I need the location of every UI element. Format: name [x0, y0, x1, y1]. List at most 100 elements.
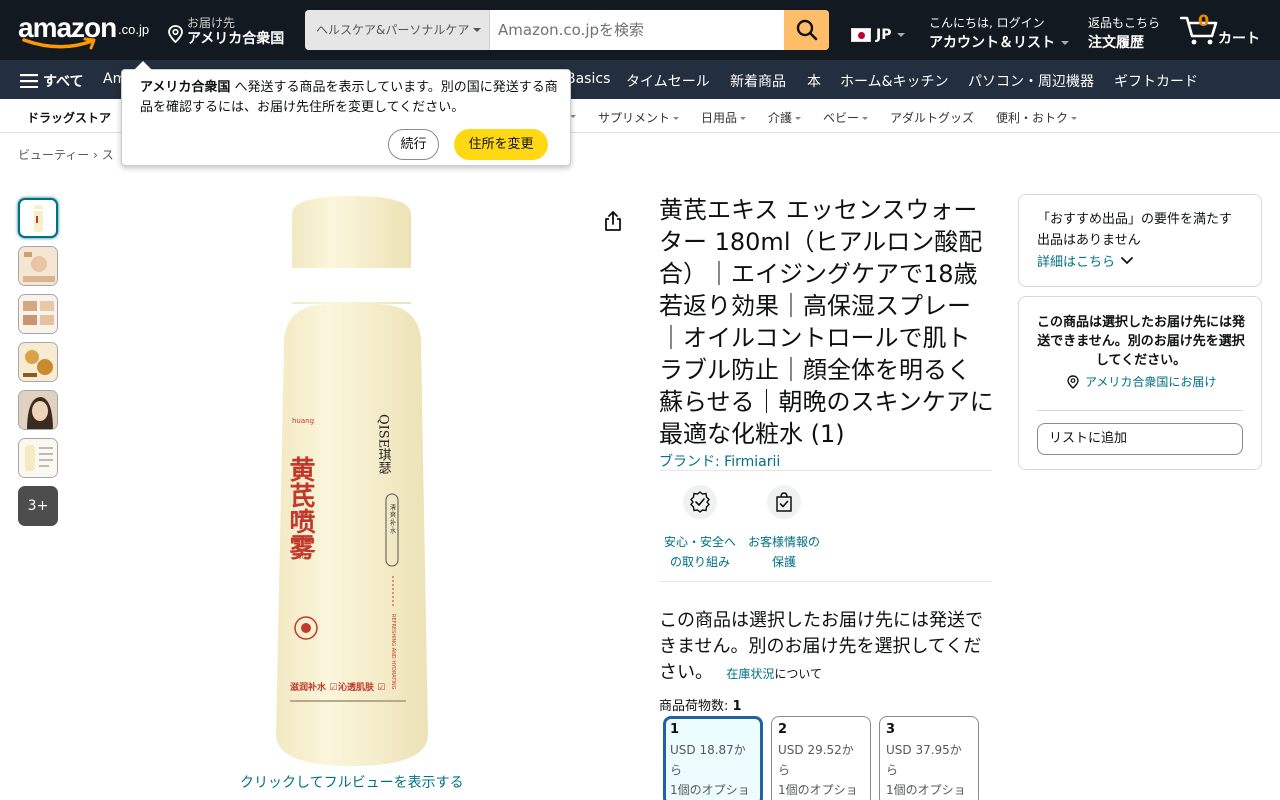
- orders-label: 注文履歴: [1088, 35, 1144, 51]
- option-number: 2: [778, 722, 788, 737]
- location-pin-icon: [1067, 374, 1079, 389]
- cart-label: カート: [1218, 31, 1260, 47]
- returns-label: 返品もこちら: [1088, 16, 1161, 30]
- share-button[interactable]: [601, 209, 625, 237]
- subnav-item-care[interactable]: 介護: [768, 109, 802, 126]
- divider: [659, 581, 992, 582]
- search-category-label: ヘルスケア&パーソナルケア: [316, 23, 470, 37]
- search-bar: ヘルスケア&パーソナルケア: [305, 10, 829, 50]
- nav-item-giftcard[interactable]: ギフトカード: [1114, 71, 1198, 91]
- availability-message: この商品は選択したお届け先には発送できません。別のお届け先を選択してください。 …: [659, 608, 992, 687]
- ship-warning: この商品は選択したお届け先には発送できません。別のお届け先を選択してください。: [1037, 315, 1246, 368]
- thumbnail-4[interactable]: [18, 342, 58, 382]
- caret-down-icon: [897, 33, 906, 37]
- featured-offer-box: 「おすすめ出品」の要件を満たす出品はありません 詳細はこちら: [1018, 194, 1262, 287]
- continue-button[interactable]: 続行: [388, 129, 439, 160]
- search-category-select[interactable]: ヘルスケア&パーソナルケア: [305, 10, 490, 50]
- top-nav: amazon .co.jp お届け先 アメリカ合衆国 ヘルスケア&パーソナルケア: [0, 0, 1280, 60]
- bottle-tags: 清·爽·补·水: [389, 503, 396, 534]
- thumbnail-3[interactable]: [18, 294, 58, 334]
- location-pin-icon: [168, 25, 183, 43]
- subnav-item-adult[interactable]: アダルトグッズ: [890, 109, 974, 126]
- subnav-label: 介護: [768, 111, 793, 125]
- caret-down-icon: [795, 117, 802, 120]
- nav-item-basics[interactable]: Basics: [566, 71, 610, 87]
- returns-orders[interactable]: 返品もこちら 注文履歴: [1088, 14, 1160, 52]
- cart-button[interactable]: 0 カート: [1180, 11, 1270, 48]
- more-images-button[interactable]: 3+: [18, 486, 58, 526]
- option-number: 1: [670, 722, 680, 737]
- option-price: USD 29.52から: [778, 743, 854, 777]
- caret-down-icon: [1061, 41, 1069, 45]
- learn-more-link[interactable]: 詳細はこちら: [1037, 251, 1243, 270]
- subnav-label: サプリメント: [598, 111, 671, 125]
- all-menu-button[interactable]: すべて: [20, 71, 83, 91]
- brand-link[interactable]: ブランド: Firmiarii: [659, 451, 780, 471]
- store-title[interactable]: ドラッグストア: [27, 109, 111, 126]
- cart-count: 0: [1198, 11, 1210, 30]
- subnav-item-deals[interactable]: 便利・おトク: [996, 109, 1078, 126]
- language-selector[interactable]: JP: [851, 26, 906, 44]
- account-lists[interactable]: こんにちは, ログイン アカウント＆リスト: [929, 14, 1069, 52]
- caret-down-icon: [862, 117, 869, 120]
- option-price: USD 37.95から: [886, 743, 962, 777]
- nav-item-pc[interactable]: パソコン・周辺機器: [968, 71, 1094, 91]
- thumbnail-5[interactable]: [18, 390, 58, 430]
- thumbnail-2[interactable]: [18, 246, 58, 286]
- language-label: JP: [876, 27, 892, 43]
- stock-status-link[interactable]: 在庫状況: [726, 667, 774, 681]
- deliver-to-label: アメリカ合衆国にお届け: [1085, 375, 1217, 389]
- japan-flag-icon: [851, 28, 871, 42]
- thumbnail-6[interactable]: [18, 438, 58, 478]
- main-product-image[interactable]: huang qi pen wu 黄芪喷雾 QISE琪瑟 清·爽·补·水 REFR…: [270, 194, 435, 766]
- bottle-pinyin: huang: [292, 417, 314, 425]
- bottle-main-text: 黄芪喷雾: [285, 456, 315, 560]
- bottle-brand-text: QISE琪瑟: [376, 414, 392, 475]
- info-sheet-thumbnail-icon: [19, 439, 57, 477]
- search-button[interactable]: [784, 10, 829, 50]
- change-address-button[interactable]: 住所を変更: [454, 129, 548, 160]
- comparison-thumbnail-icon: [19, 295, 57, 333]
- amazon-logo[interactable]: amazon .co.jp: [18, 12, 153, 52]
- badge-label: の取り組み: [669, 555, 730, 569]
- subnav-item-baby[interactable]: ベビー: [823, 109, 869, 126]
- thumbnail-1[interactable]: [18, 198, 58, 238]
- search-input[interactable]: [490, 10, 784, 50]
- divider: [659, 470, 992, 471]
- nav-item-home-kitchen[interactable]: ホーム&キッチン: [840, 71, 949, 91]
- quantity-value: 1: [732, 699, 742, 714]
- popover-country: アメリカ合衆国: [140, 80, 231, 95]
- privacy-badge[interactable]: お客様情報の 保護: [742, 485, 826, 572]
- bag-check-icon: [776, 492, 792, 512]
- breadcrumb[interactable]: ビューティー › ス: [18, 146, 114, 163]
- smile-arrow-icon: [22, 37, 96, 50]
- account-greeting: こんにちは, ログイン: [929, 16, 1045, 30]
- subnav-item-daily[interactable]: 日用品: [701, 109, 747, 126]
- add-to-list-button[interactable]: リストに追加: [1037, 423, 1243, 455]
- nav-item-timesale[interactable]: タイムセール: [626, 71, 710, 91]
- bottle-thumbnail-icon: [34, 205, 43, 232]
- badge-label: お客様情報の: [747, 535, 820, 549]
- stock-suffix: について: [774, 667, 823, 681]
- option-note: 1個のオプション: [670, 783, 750, 797]
- account-label: アカウント＆リスト: [929, 35, 1055, 51]
- subnav-item-supplements[interactable]: サプリメント: [598, 109, 680, 126]
- deliver-to-link[interactable]: アメリカ合衆国にお届け: [1067, 373, 1216, 390]
- nav-item-books[interactable]: 本: [807, 71, 821, 91]
- subnav-label: 日用品: [701, 111, 738, 125]
- shield-check-icon: [690, 491, 710, 513]
- full-view-link[interactable]: クリックしてフルビューを表示する: [240, 772, 464, 792]
- safety-badge[interactable]: 安心・安全へ の取り組み: [658, 485, 742, 572]
- quantity-option-3[interactable]: 3 USD 37.95から 1個のオプション: [879, 716, 979, 800]
- spray-bottle-image: huang qi pen wu 黄芪喷雾 QISE琪瑟 清·爽·补·水 REFR…: [276, 196, 428, 766]
- model-face-thumbnail-icon: [19, 247, 57, 285]
- featured-offer-text: 「おすすめ出品」の要件を満たす出品はありません: [1037, 212, 1233, 248]
- badge-label: 安心・安全へ: [663, 535, 736, 549]
- option-note: 1個のオプション: [778, 783, 858, 797]
- quantity-option-1[interactable]: 1 USD 18.87から 1個のオプション: [663, 716, 763, 800]
- quantity-option-2[interactable]: 2 USD 29.52から 1個のオプション: [771, 716, 871, 800]
- bottle-bottom-left: 滋润补水 ☑: [290, 681, 337, 693]
- deliver-country: アメリカ合衆国: [187, 31, 285, 47]
- nav-item-new[interactable]: 新着商品: [730, 71, 786, 91]
- ingredient-thumbnail-icon: [19, 343, 57, 381]
